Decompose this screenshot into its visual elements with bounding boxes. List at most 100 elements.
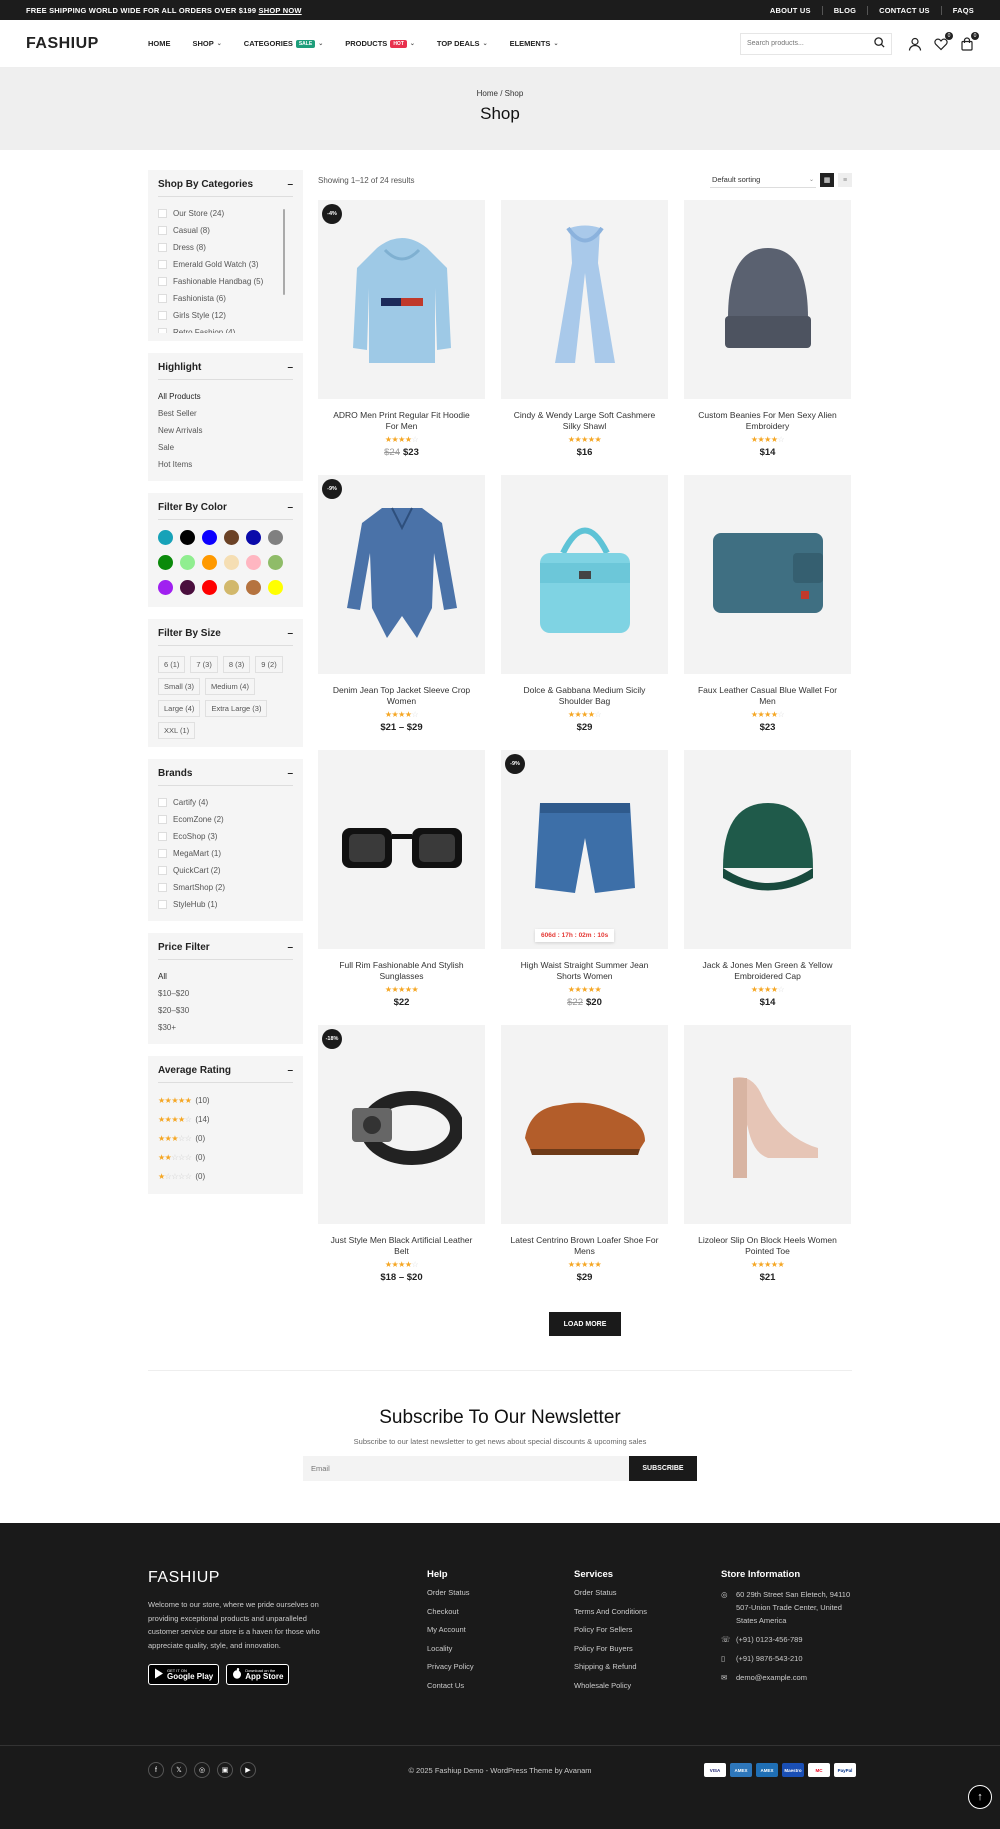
category-item[interactable]: Fashionista (6) [158,290,293,307]
product-card[interactable]: Custom Beanies For Men Sexy Alien Embroi… [684,200,851,475]
services-link-policy-for-buyers[interactable]: Policy For Buyers [574,1644,721,1663]
highlight-title[interactable]: Highlight – [158,362,293,380]
help-link-order-status[interactable]: Order Status [427,1588,574,1607]
services-link-order-status[interactable]: Order Status [574,1588,721,1607]
highlight-item[interactable]: Hot Items [158,456,293,473]
checkbox[interactable] [158,866,167,875]
checkbox[interactable] [158,294,167,303]
product-card[interactable]: Cindy & Wendy Large Soft Cashmere Silky … [501,200,668,475]
product-name[interactable]: ADRO Men Print Regular Fit Hoodie For Me… [318,410,485,432]
product-name[interactable]: Lizoleor Slip On Block Heels Women Point… [684,1235,851,1257]
product-image[interactable] [684,475,851,674]
brand-item[interactable]: EcomZone (2) [158,811,293,828]
checkbox[interactable] [158,243,167,252]
nav-item-top-deals[interactable]: TOP DEALS ⌄ [426,39,499,48]
product-image[interactable] [501,200,668,399]
services-link-wholesale-policy[interactable]: Wholesale Policy [574,1681,721,1700]
collapse-icon[interactable]: – [287,768,293,779]
load-more-button[interactable]: LOAD MORE [549,1312,621,1336]
category-item[interactable]: Retro Fashion (4) [158,324,293,333]
product-card[interactable]: Lizoleor Slip On Block Heels Women Point… [684,1025,851,1300]
product-card[interactable]: Dolce & Gabbana Medium Sicily Shoulder B… [501,475,668,750]
product-image[interactable]: -9% [318,475,485,674]
rating-filter-item[interactable]: ★★★☆☆ (0) [158,1129,293,1148]
color-swatch[interactable] [202,530,217,545]
product-name[interactable]: Full Rim Fashionable And Stylish Sunglas… [318,960,485,982]
checkbox[interactable] [158,849,167,858]
size-option[interactable]: XXL (1) [158,722,196,739]
blog-link[interactable]: BLOG [821,5,867,15]
nav-item-categories[interactable]: CATEGORIES SALE ⌄ [233,39,334,48]
highlight-item[interactable]: Sale [158,439,293,456]
brand-item[interactable]: SmartShop (2) [158,879,293,896]
checkbox[interactable] [158,832,167,841]
search-input[interactable] [747,40,857,47]
help-link-privacy-policy[interactable]: Privacy Policy [427,1662,574,1681]
cart-icon[interactable]: 0 [960,31,979,51]
checkbox[interactable] [158,311,167,320]
rating-filter-item[interactable]: ★☆☆☆☆ (0) [158,1167,293,1186]
product-name[interactable]: Denim Jean Top Jacket Sleeve Crop Women [318,685,485,707]
checkbox[interactable] [158,798,167,807]
nav-item-shop[interactable]: SHOP ⌄ [182,39,233,48]
product-name[interactable]: Dolce & Gabbana Medium Sicily Shoulder B… [501,685,668,707]
site-logo[interactable]: FASHIUP [26,35,148,53]
google-play-button[interactable]: GET IT ON Google Play [148,1664,220,1685]
nav-item-products[interactable]: PRODUCTS HOT ⌄ [334,39,426,48]
rating-filter-item[interactable]: ★★★★☆ (14) [158,1110,293,1129]
color-swatch[interactable] [268,580,283,595]
highlight-item[interactable]: Best Seller [158,405,293,422]
color-swatch[interactable] [180,530,195,545]
product-name[interactable]: Just Style Men Black Artificial Leather … [318,1235,485,1257]
grid-view-icon[interactable]: ▦ [820,173,834,187]
product-card[interactable]: Faux Leather Casual Blue Wallet For Men ★… [684,475,851,750]
color-swatch[interactable] [268,530,283,545]
color-swatch[interactable] [202,580,217,595]
product-image[interactable]: -9% 606d : 17h : 02m : 10s [501,750,668,949]
subscribe-button[interactable]: SUBSCRIBE [629,1456,697,1481]
product-image[interactable]: -18% [318,1025,485,1224]
help-link-checkout[interactable]: Checkout [427,1607,574,1626]
product-card[interactable]: Jack & Jones Men Green & Yellow Embroide… [684,750,851,1025]
checkbox[interactable] [158,815,167,824]
collapse-icon[interactable]: – [287,502,293,513]
product-image[interactable] [684,1025,851,1224]
about-us-link[interactable]: ABOUT US [759,6,822,15]
product-image[interactable] [501,475,668,674]
rating-title[interactable]: Average Rating – [158,1065,293,1083]
collapse-icon[interactable]: – [287,1065,293,1076]
app-store-button[interactable]: Download on the App Store [226,1664,290,1685]
scroll-to-top-button[interactable]: ↑ [968,1785,992,1809]
list-view-icon[interactable]: ≡ [838,173,852,187]
size-option[interactable]: 6 (1) [158,656,186,673]
checkbox[interactable] [158,328,167,333]
product-name[interactable]: Latest Centrino Brown Loafer Shoe For Me… [501,1235,668,1257]
product-name[interactable]: Faux Leather Casual Blue Wallet For Men [684,685,851,707]
store-email[interactable]: ✉ demo@example.com [721,1671,861,1684]
price-filter-item[interactable]: $30+ [158,1019,293,1036]
collapse-icon[interactable]: – [287,628,293,639]
services-link-policy-for-sellers[interactable]: Policy For Sellers [574,1625,721,1644]
product-card[interactable]: Latest Centrino Brown Loafer Shoe For Me… [501,1025,668,1300]
color-swatch[interactable] [158,530,173,545]
color-swatch[interactable] [180,555,195,570]
product-image[interactable] [501,1025,668,1224]
brand-item[interactable]: EcoShop (3) [158,828,293,845]
size-option[interactable]: 7 (3) [190,656,218,673]
wishlist-icon[interactable]: 0 [934,31,953,51]
category-item[interactable]: Our Store (24) [158,205,293,222]
nav-item-elements[interactable]: ELEMENTS ⌄ [499,39,570,48]
size-option[interactable]: Extra Large (3) [205,700,268,717]
brand-item[interactable]: QuickCart (2) [158,862,293,879]
rating-filter-item[interactable]: ★★★★★ (10) [158,1091,293,1110]
checkbox[interactable] [158,277,167,286]
user-icon[interactable] [908,37,922,51]
product-image[interactable] [318,750,485,949]
search-icon[interactable] [874,36,885,51]
color-swatch[interactable] [224,580,239,595]
color-swatch[interactable] [246,555,261,570]
color-swatch[interactable] [158,580,173,595]
brand-item[interactable]: Cartify (4) [158,794,293,811]
price-filter-item[interactable]: $20–$30 [158,1002,293,1019]
size-option[interactable]: 9 (2) [255,656,283,673]
